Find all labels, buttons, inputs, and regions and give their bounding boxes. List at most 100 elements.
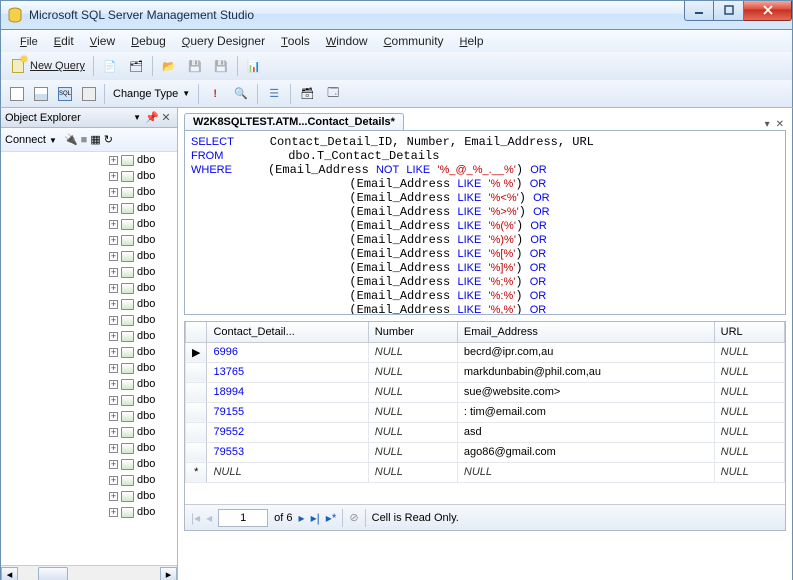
sql-editor[interactable]: SELECT Contact_Detail_ID, Number, Email_… (184, 130, 786, 315)
column-header[interactable]: Email_Address (457, 322, 714, 342)
cell-link[interactable]: 18994 (207, 382, 368, 402)
horizontal-scrollbar[interactable]: ◂ ▸ (1, 565, 177, 580)
nav-prev-button[interactable]: ◂ (206, 511, 212, 525)
expand-icon[interactable]: + (109, 316, 118, 325)
menu-debug[interactable]: Debug (124, 32, 173, 50)
row-selector[interactable] (186, 442, 207, 462)
tree-item[interactable]: +dbo (1, 344, 177, 360)
document-tab[interactable]: W2K8SQLTEST.ATM...Contact_Details* (184, 113, 404, 130)
column-header[interactable]: URL (714, 322, 784, 342)
expand-icon[interactable]: + (109, 204, 118, 213)
table-row[interactable]: *NULLNULLNULLNULL (186, 462, 785, 482)
cell[interactable]: sue@website.com> (457, 382, 714, 402)
expand-icon[interactable]: + (109, 284, 118, 293)
menu-query-designer[interactable]: Query Designer (175, 32, 272, 50)
maximize-button[interactable] (714, 1, 744, 21)
tree-item[interactable]: +dbo (1, 152, 177, 168)
menu-view[interactable]: View (83, 32, 122, 50)
tree-item[interactable]: +dbo (1, 440, 177, 456)
cell[interactable]: NULL (368, 442, 457, 462)
expand-icon[interactable]: + (109, 412, 118, 421)
tree-item[interactable]: +dbo (1, 456, 177, 472)
sql-pane-button[interactable]: SQL (53, 84, 77, 104)
pin-icon[interactable]: 📌 (145, 111, 159, 125)
object-tree[interactable]: +dbo+dbo+dbo+dbo+dbo+dbo+dbo+dbo+dbo+dbo… (1, 152, 177, 580)
stop-button[interactable]: ■ (81, 134, 88, 146)
scroll-right-button[interactable]: ▸ (160, 567, 177, 580)
filter-button[interactable]: ▦ (90, 133, 100, 146)
cell[interactable]: NULL (368, 422, 457, 442)
change-type-button[interactable]: Change Type ▼ (108, 85, 195, 103)
menu-window[interactable]: Window (319, 32, 375, 50)
expand-icon[interactable]: + (109, 332, 118, 341)
tree-item[interactable]: +dbo (1, 264, 177, 280)
nav-last-button[interactable]: ▸| (311, 511, 320, 525)
tree-item[interactable]: +dbo (1, 248, 177, 264)
column-header[interactable]: Contact_Detail... (207, 322, 368, 342)
cell[interactable]: NULL (714, 442, 784, 462)
table-row[interactable]: 79553NULL ago86@gmail.comNULL (186, 442, 785, 462)
close-button[interactable] (744, 1, 792, 21)
tree-item[interactable]: +dbo (1, 488, 177, 504)
row-selector[interactable] (186, 402, 207, 422)
menu-file[interactable]: File (13, 32, 45, 50)
new-file-button[interactable]: 📄 (97, 55, 123, 77)
execute-button[interactable]: ! (202, 83, 228, 105)
expand-icon[interactable]: + (109, 348, 118, 357)
tree-item[interactable]: +dbo (1, 504, 177, 520)
save-button[interactable]: 💾 (182, 55, 208, 77)
cell[interactable]: NULL (714, 402, 784, 422)
nav-new-button[interactable]: ▸* (326, 511, 337, 525)
expand-icon[interactable]: + (109, 220, 118, 229)
expand-icon[interactable]: + (109, 396, 118, 405)
scroll-left-button[interactable]: ◂ (1, 567, 18, 580)
tree-item[interactable]: +dbo (1, 472, 177, 488)
cell[interactable]: becrd@ipr.com,au (457, 342, 714, 362)
tree-item[interactable]: +dbo (1, 408, 177, 424)
expand-icon[interactable]: + (109, 508, 118, 517)
table-row[interactable]: 13765NULLmarkdunbabin@phil.com,auNULL (186, 362, 785, 382)
activity-monitor-button[interactable]: 📊 (241, 55, 267, 77)
tree-item[interactable]: +dbo (1, 328, 177, 344)
menu-tools[interactable]: Tools (274, 32, 317, 50)
expand-icon[interactable]: + (109, 268, 118, 277)
dropdown-icon[interactable]: ▼ (133, 113, 141, 122)
expand-icon[interactable]: + (109, 492, 118, 501)
cell[interactable]: markdunbabin@phil.com,au (457, 362, 714, 382)
close-icon[interactable]: ✕ (159, 111, 173, 125)
cell[interactable]: NULL (207, 462, 368, 482)
table-row[interactable]: 79552NULLasdNULL (186, 422, 785, 442)
expand-icon[interactable]: + (109, 172, 118, 181)
expand-icon[interactable]: + (109, 380, 118, 389)
expand-icon[interactable]: + (109, 236, 118, 245)
cell-link[interactable]: 79552 (207, 422, 368, 442)
menu-community[interactable]: Community (377, 32, 451, 50)
cell[interactable]: NULL (368, 382, 457, 402)
tree-item[interactable]: +dbo (1, 216, 177, 232)
save-all-button[interactable]: 💾 (208, 55, 234, 77)
cell-link[interactable]: 13765 (207, 362, 368, 382)
cell[interactable]: NULL (457, 462, 714, 482)
scroll-thumb[interactable] (38, 567, 68, 580)
expand-icon[interactable]: + (109, 188, 118, 197)
tree-item[interactable]: +dbo (1, 312, 177, 328)
row-selector[interactable] (186, 362, 207, 382)
tree-item[interactable]: +dbo (1, 376, 177, 392)
tree-item[interactable]: +dbo (1, 424, 177, 440)
diagram-pane-button[interactable] (5, 84, 29, 104)
new-query-button[interactable]: New Query (5, 55, 90, 77)
expand-icon[interactable]: + (109, 156, 118, 165)
tree-item[interactable]: +dbo (1, 392, 177, 408)
expand-icon[interactable]: + (109, 364, 118, 373)
nav-first-button[interactable]: |◂ (191, 511, 200, 525)
cell[interactable]: NULL (714, 422, 784, 442)
results-grid-table[interactable]: Contact_Detail...NumberEmail_AddressURL … (185, 322, 785, 504)
results-pane-button[interactable] (77, 84, 101, 104)
tree-item[interactable]: +dbo (1, 168, 177, 184)
cell[interactable]: NULL (714, 382, 784, 402)
menu-edit[interactable]: Edit (47, 32, 81, 50)
cell[interactable]: NULL (714, 342, 784, 362)
add-table-button[interactable]: 🗔 (320, 83, 346, 105)
expand-icon[interactable]: + (109, 460, 118, 469)
cell[interactable]: NULL (368, 402, 457, 422)
